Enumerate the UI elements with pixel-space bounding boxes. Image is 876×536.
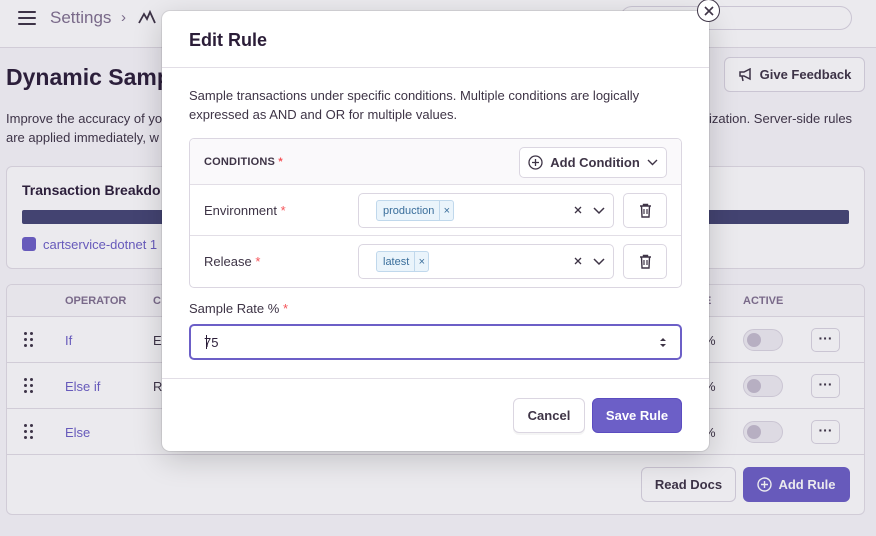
chip-label: production bbox=[383, 204, 435, 217]
delete-condition-button[interactable] bbox=[623, 244, 667, 279]
add-condition-button[interactable]: Add Condition bbox=[519, 147, 667, 178]
chevron-down-icon[interactable] bbox=[592, 204, 606, 216]
trash-icon bbox=[639, 254, 651, 269]
text-cursor bbox=[206, 335, 207, 349]
chip-remove-icon[interactable]: × bbox=[414, 252, 428, 271]
sample-rate-label: Sample Rate % * bbox=[189, 301, 289, 316]
chevron-down-icon[interactable] bbox=[592, 255, 606, 267]
condition-row-environment: Environment * production × bbox=[190, 185, 681, 236]
conditions-label: CONDITIONS * bbox=[204, 156, 283, 168]
modal-footer-divider bbox=[162, 378, 709, 379]
release-select[interactable]: latest × bbox=[358, 244, 614, 279]
modal-title: Edit Rule bbox=[189, 30, 268, 50]
delete-condition-button[interactable] bbox=[623, 193, 667, 228]
close-modal-button[interactable] bbox=[697, 0, 720, 22]
number-stepper-icon[interactable] bbox=[658, 336, 668, 349]
chip-remove-icon[interactable]: × bbox=[439, 201, 453, 220]
trash-icon bbox=[639, 203, 651, 218]
modal-divider bbox=[162, 67, 709, 68]
chip-label: latest bbox=[383, 255, 410, 268]
save-rule-button[interactable]: Save Rule bbox=[592, 398, 682, 433]
modal-description: Sample transactions under specific condi… bbox=[189, 88, 640, 122]
value-chip: production × bbox=[376, 200, 455, 221]
chevron-down-icon bbox=[647, 159, 658, 166]
close-icon bbox=[703, 5, 714, 16]
clear-icon[interactable] bbox=[572, 255, 584, 267]
value-chip: latest × bbox=[376, 251, 430, 272]
condition-row-release: Release * latest × bbox=[190, 236, 681, 287]
conditions-header: CONDITIONS * Add Condition bbox=[190, 139, 681, 185]
sample-rate-input[interactable] bbox=[189, 324, 682, 360]
cancel-button[interactable]: Cancel bbox=[513, 398, 585, 433]
add-condition-label: Add Condition bbox=[550, 155, 640, 170]
required-mark: * bbox=[278, 156, 283, 168]
condition-label: Environment * bbox=[204, 203, 286, 218]
conditions-panel: CONDITIONS * Add Condition Environment *… bbox=[189, 138, 682, 288]
environment-select[interactable]: production × bbox=[358, 193, 614, 228]
plus-circle-icon bbox=[528, 155, 543, 170]
clear-icon[interactable] bbox=[572, 204, 584, 216]
condition-label: Release * bbox=[204, 254, 261, 269]
edit-rule-modal: Edit Rule Sample transactions under spec… bbox=[162, 11, 709, 451]
